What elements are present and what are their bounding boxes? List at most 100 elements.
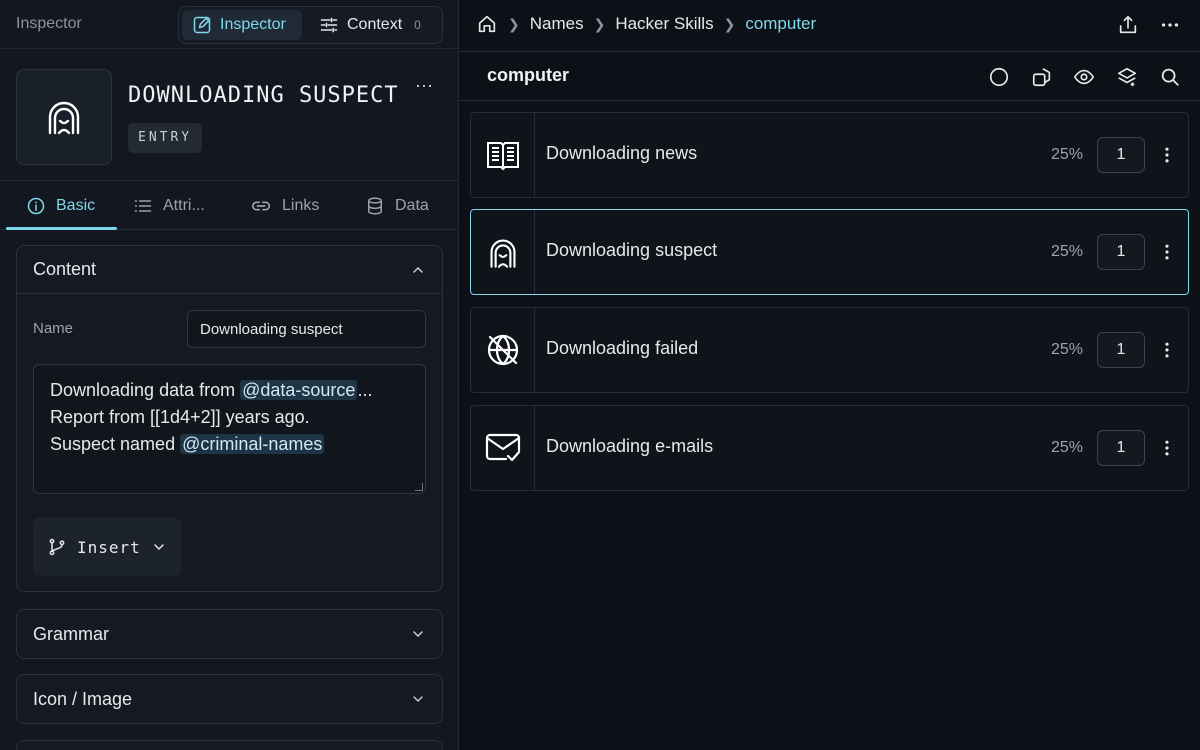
more-vertical-icon [1165,440,1169,456]
list-header: computer [460,52,1200,101]
tab-attributes-label: Attri... [163,196,205,214]
circle-tool-button[interactable] [986,64,1012,90]
breadcrumb: ❯ Names ❯ Hacker Skills ❯ computer [476,13,816,35]
inspector-header: Inspector Inspector Context 0 [0,0,458,48]
view-switcher: Inspector Context 0 [178,6,443,44]
entry-type-badge: ENTRY [128,123,203,153]
list-item[interactable]: Downloading failed 25% 1 [470,307,1189,393]
tab-attributes[interactable]: Attri... [133,181,205,230]
context-count: 0 [414,18,421,32]
list-item-percent: 25% [1051,439,1084,456]
inspector-tab-button[interactable]: Inspector [182,10,302,40]
home-icon[interactable] [476,13,498,35]
link-icon [251,201,271,210]
visibility-button[interactable] [1071,64,1097,90]
breadcrumb-current[interactable]: computer [745,14,816,34]
inspector-tab-label: Inspector [220,16,286,33]
list-panel: ❯ Names ❯ Hacker Skills ❯ computer compu… [460,0,1200,750]
grammar-section-title: Grammar [33,623,109,644]
chevron-down-icon [413,696,423,703]
git-branch-icon [49,538,65,556]
text-line-2: Report from [[1d4+2]] years ago. [50,407,310,427]
resize-handle[interactable] [415,483,423,491]
breadcrumb-item[interactable]: Hacker Skills [615,14,713,34]
list-item-label: Downloading e-mails [546,436,714,456]
entry-header: DOWNLOADING SUSPECT ··· ENTRY [0,48,458,180]
hooded-figure-icon [489,239,516,268]
grammar-section-header[interactable]: Grammar [17,610,442,658]
chevron-down-icon [154,544,164,551]
more-vertical-icon [1165,244,1169,260]
list-item-percent: 25% [1051,243,1084,260]
eye-icon [1073,69,1095,85]
entry-title: DOWNLOADING SUSPECT [128,83,399,108]
list-item-more-button[interactable] [1155,143,1179,167]
chevron-down-icon [413,631,423,638]
list-item[interactable]: Downloading news 25% 1 [470,112,1189,198]
more-menu-button[interactable] [1157,12,1183,38]
insert-button[interactable]: Insert [33,518,181,576]
list-item-more-button[interactable] [1155,338,1179,362]
name-field[interactable] [187,310,426,348]
list-item-label: Downloading news [546,143,698,163]
list-item-percent: 25% [1051,341,1084,358]
more-vertical-icon [1165,342,1169,358]
breadcrumb-item[interactable]: Names [530,14,584,34]
search-icon [1161,68,1179,86]
chevron-up-icon [413,266,423,273]
circle-icon [989,67,1009,87]
data-source-mention[interactable]: @data-source [240,380,358,400]
list-icon [134,199,152,212]
mail-check-icon [485,433,520,462]
tab-data[interactable]: Data [365,181,429,230]
list-item-more-button[interactable] [1155,240,1179,264]
list-item[interactable]: Downloading e-mails 25% 1 [470,405,1189,491]
content-section-title: Content [33,259,97,279]
name-field-label: Name [33,320,74,337]
list-title: computer [487,65,570,85]
shapes-tool-button[interactable] [1029,64,1055,90]
hooded-figure-icon [48,101,80,135]
icon-image-section-header[interactable]: Icon / Image [17,675,442,723]
list-item-weight-input[interactable]: 1 [1097,430,1145,466]
sliders-icon [320,17,338,33]
content-text-editor[interactable]: Downloading data from @data-source... Re… [33,364,426,494]
insert-button-label: Insert [77,537,141,557]
content-section-header[interactable]: Content [17,246,442,294]
tab-data-label: Data [395,196,429,214]
tab-basic[interactable]: Basic [26,181,95,230]
tab-links-label: Links [282,196,320,214]
panel-title: Inspector [16,15,82,32]
more-options-icon[interactable]: ··· [412,75,436,99]
active-tab-indicator [6,227,117,230]
criminal-names-mention[interactable]: @criminal-names [180,434,325,454]
entry-avatar[interactable] [16,69,112,165]
list-item-more-button[interactable] [1155,436,1179,460]
tab-basic-label: Basic [56,196,96,214]
edit-icon [193,16,211,34]
breadcrumb-bar: ❯ Names ❯ Hacker Skills ❯ computer [460,0,1200,52]
icon-image-section-title: Icon / Image [33,688,133,709]
share-icon [1119,15,1137,34]
context-tab-button[interactable]: Context 0 [309,10,439,40]
list-item-label: Downloading suspect [546,240,718,260]
shapes-icon [1032,68,1051,87]
list-item-weight-input[interactable]: 1 [1097,234,1145,270]
search-button[interactable] [1157,64,1183,90]
inspector-panel: Inspector Inspector Context 0 DOWNLOADIN… [0,0,459,750]
layers-icon [1117,67,1137,87]
share-button[interactable] [1115,12,1141,38]
text-line-1: Downloading data from @data-source... [50,380,373,400]
list-item-weight-input[interactable]: 1 [1097,137,1145,173]
globe-off-icon [487,334,518,366]
grammar-section: Grammar [16,609,443,659]
list-item-label: Downloading failed [546,338,699,358]
more-horizontal-icon [1161,23,1179,27]
list-item[interactable]: Downloading suspect 25% 1 [470,209,1189,295]
newspaper-icon [486,142,519,171]
layers-button[interactable] [1114,64,1140,90]
list-item-weight-input[interactable]: 1 [1097,332,1145,368]
tab-links[interactable]: Links [250,181,319,230]
content-section: Content Name Downloading data from @data… [16,245,443,592]
list-item-percent: 25% [1051,146,1084,163]
